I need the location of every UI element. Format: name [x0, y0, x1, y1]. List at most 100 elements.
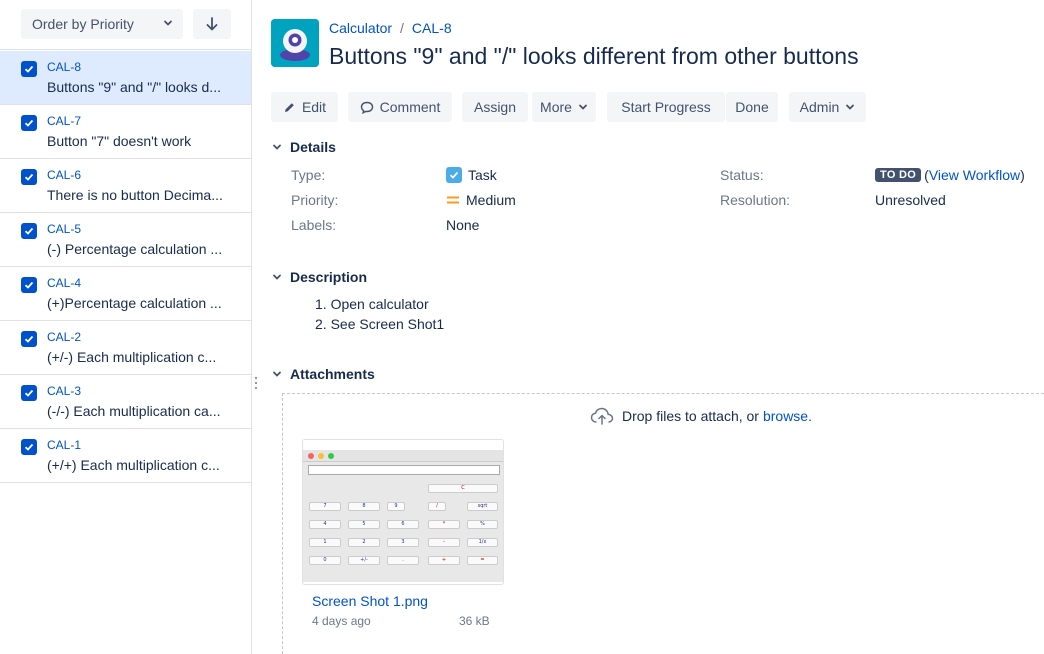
priority-text: Medium	[466, 192, 516, 208]
task-checkbox-icon	[21, 169, 37, 185]
assign-button[interactable]: Assign	[462, 92, 528, 122]
issue-list-item-cal-1[interactable]: CAL-1 (+/+) Each multiplication c...	[0, 429, 251, 483]
project-avatar-icon	[271, 19, 319, 67]
issue-summary: (-) Percentage calculation ...	[47, 241, 223, 257]
issue-key: CAL-8	[47, 60, 82, 74]
calc-key: 0	[309, 556, 341, 565]
issue-list-item-cal-8[interactable]: CAL-8 Buttons "9" and "/" looks d...	[0, 51, 251, 105]
attachments-toggle[interactable]: Attachments	[272, 366, 375, 382]
issue-key: CAL-4	[47, 276, 82, 290]
drop-files-text: Drop files to attach, or	[622, 408, 759, 424]
order-by-dropdown[interactable]: Order by Priority	[21, 9, 183, 39]
browse-link[interactable]: browse.	[763, 408, 812, 424]
calc-key: 9	[387, 502, 405, 511]
issue-list-item-cal-3[interactable]: CAL-3 (-/-) Each multiplication ca...	[0, 375, 251, 429]
admin-label: Admin	[799, 99, 840, 115]
task-checkbox-icon	[21, 439, 37, 455]
issue-list-item-cal-7[interactable]: CAL-7 Button "7" doesn't work	[0, 105, 251, 159]
calc-key: 1/x	[467, 538, 498, 547]
view-workflow-link[interactable]: View Workflow	[929, 167, 1020, 183]
arrow-down-icon	[206, 17, 218, 31]
done-label: Done	[735, 99, 769, 115]
calc-key: *	[428, 520, 460, 529]
issue-key: CAL-3	[47, 384, 82, 398]
description-step: 1. Open calculator	[315, 296, 429, 312]
task-checkbox-icon	[21, 385, 37, 401]
start-progress-button[interactable]: Start Progress	[607, 92, 725, 122]
issue-key: CAL-1	[47, 438, 82, 452]
calc-key: .	[387, 556, 419, 565]
description-body[interactable]: 1. Open calculator 2. See Screen Shot1	[315, 294, 444, 334]
attachment-age: 4 days ago	[312, 614, 371, 628]
assign-label: Assign	[473, 99, 517, 115]
edit-button[interactable]: Edit	[271, 92, 338, 122]
issue-key: CAL-2	[47, 330, 82, 344]
attachment-thumbnail[interactable]: C 7 8 9 / sqrt 4 5 6 * % 1 2 3 - 1/x 0 +…	[302, 439, 504, 585]
breadcrumb: Calculator / CAL-8	[329, 20, 452, 36]
list-controls: Order by Priority	[0, 0, 251, 50]
sort-direction-button[interactable]	[193, 9, 231, 39]
task-checkbox-icon	[21, 223, 37, 239]
chevron-down-icon	[273, 144, 281, 150]
window-close-dot	[308, 452, 314, 459]
chevron-down-icon	[273, 274, 281, 280]
issue-list-item-cal-6[interactable]: CAL-6 There is no button Decima...	[0, 159, 251, 213]
done-button[interactable]: Done	[726, 92, 778, 122]
calc-key: 8	[348, 502, 380, 511]
status-lozenge: TO DO	[875, 168, 922, 182]
issue-list-item-cal-4[interactable]: CAL-4 (+)Percentage calculation ...	[0, 267, 251, 321]
issue-summary: (+/-) Each multiplication c...	[47, 349, 217, 365]
panel-resize-handle[interactable]	[255, 377, 257, 393]
issue-list-item-cal-5[interactable]: CAL-5 (-) Percentage calculation ...	[0, 213, 251, 267]
more-label: More	[540, 99, 572, 115]
admin-dropdown[interactable]: Admin	[789, 92, 866, 122]
issue-title[interactable]: Buttons "9" and "/" looks different from…	[329, 43, 859, 70]
calc-key: C	[428, 484, 498, 493]
status-value: TO DO (View Workflow)	[875, 167, 1025, 183]
view-workflow-group: (View Workflow)	[924, 167, 1025, 183]
attachments-heading: Attachments	[290, 366, 375, 382]
calc-key: %	[467, 520, 498, 529]
issue-list-item-cal-2[interactable]: CAL-2 (+/-) Each multiplication c...	[0, 321, 251, 375]
details-toggle[interactable]: Details	[272, 139, 336, 155]
calculator-preview: C 7 8 9 / sqrt 4 5 6 * % 1 2 3 - 1/x 0 +…	[303, 462, 503, 582]
calc-key: /	[428, 502, 446, 511]
task-checkbox-icon	[21, 277, 37, 293]
calc-key: =	[467, 556, 498, 565]
details-heading: Details	[290, 139, 336, 155]
calc-key: sqrt	[467, 502, 498, 511]
calc-key: 4	[309, 520, 341, 529]
breadcrumb-issue-link[interactable]: CAL-8	[412, 20, 452, 36]
breadcrumb-project-link[interactable]: Calculator	[329, 20, 392, 36]
resolution-label: Resolution:	[720, 192, 791, 208]
calc-key: 5	[348, 520, 380, 529]
attachment-size: 36 kB	[459, 614, 490, 628]
calc-key: -	[428, 538, 460, 547]
issue-summary: (-/-) Each multiplication ca...	[47, 403, 221, 419]
calc-key: +/-	[348, 556, 380, 565]
start-progress-label: Start Progress	[621, 99, 711, 115]
task-checkbox-icon	[21, 331, 37, 347]
breadcrumb-separator: /	[400, 20, 404, 36]
description-toggle[interactable]: Description	[272, 269, 367, 285]
project-avatar[interactable]	[271, 19, 319, 67]
type-value: Task	[446, 167, 497, 183]
pencil-icon	[284, 102, 294, 112]
chevron-down-icon	[273, 371, 281, 377]
comment-label: Comment	[379, 99, 441, 115]
calc-key: 6	[387, 520, 419, 529]
priority-medium-icon	[447, 196, 459, 204]
issue-key: CAL-6	[47, 168, 82, 182]
comment-icon	[360, 101, 373, 114]
task-type-icon	[446, 167, 462, 183]
order-by-label: Order by Priority	[32, 16, 134, 32]
attachment-file-name[interactable]: Screen Shot 1.png	[312, 593, 428, 609]
issue-summary: Buttons "9" and "/" looks d...	[47, 79, 221, 95]
calc-key: 3	[387, 538, 419, 547]
description-step: 2. See Screen Shot1	[315, 316, 445, 332]
more-dropdown[interactable]: More	[532, 92, 596, 122]
comment-button[interactable]: Comment	[348, 92, 452, 122]
chevron-down-icon	[579, 104, 587, 110]
window-zoom-dot	[328, 452, 334, 459]
issue-key: CAL-5	[47, 222, 82, 236]
